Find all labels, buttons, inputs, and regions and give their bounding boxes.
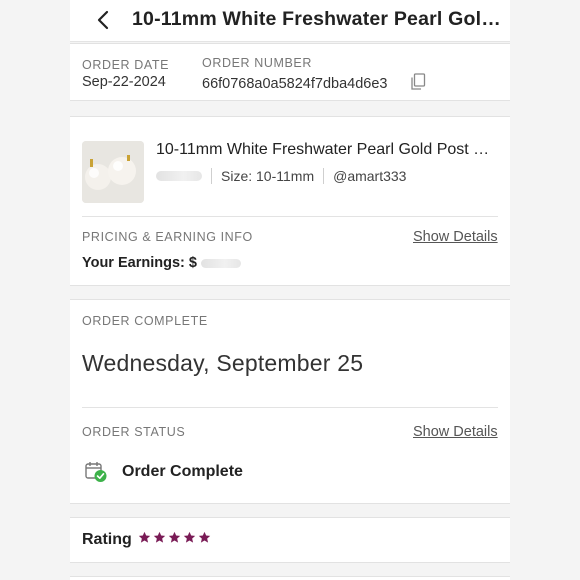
seller-handle[interactable]: @amart333 (333, 168, 406, 184)
earnings-row: Your Earnings: $ (82, 255, 241, 271)
copy-icon (411, 73, 426, 90)
section-divider (82, 407, 498, 408)
star-icon (168, 531, 181, 543)
order-details-screen: 10-11mm White Freshwater Pearl Gold Post… (70, 0, 510, 580)
earnings-redacted (200, 258, 241, 268)
copy-order-number-button[interactable] (410, 73, 426, 91)
rating-stars (138, 531, 211, 544)
header-bar: 10-11mm White Freshwater Pearl Gold Post… (70, 0, 510, 42)
status-show-details-link[interactable]: Show Details (413, 424, 498, 440)
order-complete-date: Wednesday, September 25 (82, 350, 364, 376)
page-title: 10-11mm White Freshwater Pearl Gold Post… (132, 8, 504, 30)
order-status-label: ORDER STATUS (82, 425, 186, 439)
status-row: Order Complete (84, 460, 243, 484)
pricing-show-details-link[interactable]: Show Details (413, 229, 498, 245)
product-card: 10-11mm White Freshwater Pearl Gold Post… (70, 116, 510, 286)
pearl-earrings-image (82, 141, 144, 203)
order-status-value: Order Complete (122, 463, 243, 480)
order-number-value: 66f0768a0a5824f7dba4d6e3 (202, 76, 388, 92)
product-thumbnail[interactable] (82, 141, 144, 203)
order-date-label: ORDER DATE (82, 58, 170, 72)
next-card-edge (70, 576, 510, 580)
star-icon (153, 531, 166, 543)
star-icon (138, 531, 151, 543)
meta-divider (323, 168, 325, 184)
product-title[interactable]: 10-11mm White Freshwater Pearl Gold Post… (156, 141, 496, 159)
order-date-value: Sep-22-2024 (82, 74, 166, 90)
pricing-label: PRICING & EARNING INFO (82, 230, 253, 244)
star-icon (198, 531, 211, 543)
order-complete-icon (85, 462, 107, 482)
meta-divider (211, 168, 212, 184)
order-number-label: ORDER NUMBER (202, 56, 312, 70)
chevron-left-icon (97, 10, 109, 30)
rating-label: Rating (82, 531, 132, 548)
order-info-card: ORDER DATE Sep-22-2024 ORDER NUMBER 66f0… (70, 43, 510, 101)
order-complete-card: ORDER COMPLETE Wednesday, September 25 O… (70, 299, 510, 504)
price-redacted (156, 171, 202, 181)
rating-card: Rating (70, 517, 510, 563)
order-complete-label: ORDER COMPLETE (82, 314, 208, 328)
earnings-label: Your Earnings: $ (82, 255, 197, 271)
product-meta: Size: 10-11mm @amart333 (156, 167, 406, 185)
section-divider (82, 216, 498, 217)
product-size: Size: 10-11mm (221, 168, 315, 184)
star-icon (183, 531, 196, 543)
back-button[interactable] (94, 8, 114, 32)
